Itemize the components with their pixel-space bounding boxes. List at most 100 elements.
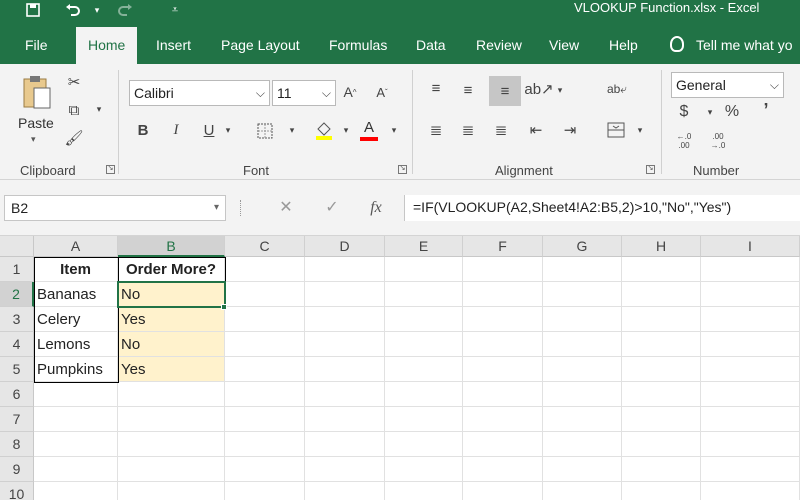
empty-cell[interactable] bbox=[385, 332, 463, 357]
empty-cell[interactable] bbox=[622, 382, 701, 407]
cell-a2[interactable]: Bananas bbox=[34, 282, 118, 307]
column-header-b[interactable]: B bbox=[118, 236, 225, 257]
empty-cell[interactable] bbox=[385, 382, 463, 407]
empty-cell[interactable] bbox=[463, 432, 543, 457]
orientation-icon[interactable]: ab↗ bbox=[524, 78, 553, 100]
row-header-4[interactable]: 4 bbox=[0, 332, 34, 357]
empty-cell[interactable] bbox=[622, 432, 701, 457]
cell-a1[interactable]: Item bbox=[34, 257, 118, 282]
percent-icon[interactable]: % bbox=[722, 102, 742, 122]
copy-icon[interactable]: ⧉ bbox=[64, 100, 84, 120]
empty-cell[interactable] bbox=[543, 307, 622, 332]
empty-cell[interactable] bbox=[118, 407, 225, 432]
empty-cell[interactable] bbox=[543, 432, 622, 457]
bottom-align-icon[interactable]: ≡ bbox=[489, 76, 521, 106]
empty-cell[interactable] bbox=[543, 357, 622, 382]
column-header-c[interactable]: C bbox=[225, 236, 305, 257]
empty-cell[interactable] bbox=[225, 282, 305, 307]
empty-cell[interactable] bbox=[463, 482, 543, 500]
number-format-select[interactable]: General ⌵ bbox=[671, 72, 784, 98]
orientation-dropdown-icon[interactable]: ▾ bbox=[554, 82, 566, 98]
row-header-7[interactable]: 7 bbox=[0, 407, 34, 432]
empty-cell[interactable] bbox=[305, 282, 385, 307]
font-color-icon[interactable]: A bbox=[358, 118, 380, 142]
row-header-8[interactable]: 8 bbox=[0, 432, 34, 457]
empty-cell[interactable] bbox=[225, 457, 305, 482]
empty-cell[interactable] bbox=[385, 482, 463, 500]
empty-cell[interactable] bbox=[622, 307, 701, 332]
cell-b1[interactable]: Order More? bbox=[118, 257, 225, 282]
empty-cell[interactable] bbox=[622, 482, 701, 500]
tab-file[interactable]: File bbox=[25, 20, 48, 64]
empty-cell[interactable] bbox=[34, 432, 118, 457]
italic-icon[interactable]: I bbox=[167, 120, 185, 140]
column-header-e[interactable]: E bbox=[385, 236, 463, 257]
empty-cell[interactable] bbox=[385, 282, 463, 307]
name-box[interactable]: B2 ▾ bbox=[4, 195, 226, 221]
fill-color-icon[interactable] bbox=[314, 120, 334, 140]
empty-cell[interactable] bbox=[463, 457, 543, 482]
empty-cell[interactable] bbox=[225, 407, 305, 432]
empty-cell[interactable] bbox=[701, 407, 800, 432]
tab-view[interactable]: View bbox=[549, 20, 579, 64]
empty-cell[interactable] bbox=[385, 457, 463, 482]
empty-cell[interactable] bbox=[305, 407, 385, 432]
paste-label[interactable]: Paste bbox=[18, 115, 54, 131]
enter-icon[interactable]: ✓ bbox=[320, 195, 344, 221]
empty-cell[interactable] bbox=[305, 332, 385, 357]
row-header-6[interactable]: 6 bbox=[0, 382, 34, 407]
row-header-5[interactable]: 5 bbox=[0, 357, 34, 382]
font-color-dropdown-icon[interactable]: ▾ bbox=[388, 122, 400, 138]
empty-cell[interactable] bbox=[701, 382, 800, 407]
empty-cell[interactable] bbox=[225, 382, 305, 407]
empty-cell[interactable] bbox=[305, 357, 385, 382]
decrease-indent-icon[interactable]: ⇤ bbox=[526, 120, 546, 140]
currency-dropdown-icon[interactable]: ▾ bbox=[704, 104, 716, 120]
tab-home[interactable]: Home bbox=[76, 27, 138, 64]
undo-dropdown-icon[interactable]: ▾ bbox=[84, 0, 110, 20]
row-header-2[interactable]: 2 bbox=[0, 282, 34, 307]
empty-cell[interactable] bbox=[385, 257, 463, 282]
empty-cell[interactable] bbox=[543, 257, 622, 282]
insert-function-icon[interactable]: fx bbox=[364, 195, 388, 221]
align-right-icon[interactable]: ≣ bbox=[491, 120, 511, 140]
formula-bar-grip[interactable] bbox=[240, 200, 243, 216]
tab-review[interactable]: Review bbox=[476, 20, 522, 64]
decrease-font-icon[interactable]: Aˇ bbox=[372, 82, 392, 102]
empty-cell[interactable] bbox=[34, 407, 118, 432]
tell-me-search[interactable]: Tell me what yo bbox=[670, 20, 792, 64]
tab-help[interactable]: Help bbox=[609, 20, 638, 64]
empty-cell[interactable] bbox=[305, 257, 385, 282]
empty-cell[interactable] bbox=[463, 257, 543, 282]
borders-icon[interactable] bbox=[256, 122, 274, 140]
empty-cell[interactable] bbox=[34, 457, 118, 482]
top-align-icon[interactable]: ≡ bbox=[426, 78, 446, 98]
empty-cell[interactable] bbox=[463, 307, 543, 332]
tab-data[interactable]: Data bbox=[416, 20, 446, 64]
empty-cell[interactable] bbox=[622, 282, 701, 307]
empty-cell[interactable] bbox=[622, 357, 701, 382]
column-header-d[interactable]: D bbox=[305, 236, 385, 257]
row-header-3[interactable]: 3 bbox=[0, 307, 34, 332]
tab-page-layout[interactable]: Page Layout bbox=[221, 20, 300, 64]
fill-handle[interactable] bbox=[221, 304, 227, 310]
empty-cell[interactable] bbox=[622, 257, 701, 282]
empty-cell[interactable] bbox=[225, 332, 305, 357]
empty-cell[interactable] bbox=[225, 257, 305, 282]
fill-color-dropdown-icon[interactable]: ▾ bbox=[340, 122, 352, 138]
empty-cell[interactable] bbox=[701, 282, 800, 307]
empty-cell[interactable] bbox=[385, 357, 463, 382]
empty-cell[interactable] bbox=[305, 382, 385, 407]
customize-quick-access-icon[interactable]: ⩡ bbox=[162, 0, 188, 20]
merge-dropdown-icon[interactable]: ▾ bbox=[634, 122, 646, 138]
save-icon[interactable] bbox=[20, 0, 46, 20]
column-header-g[interactable]: G bbox=[543, 236, 622, 257]
tab-formulas[interactable]: Formulas bbox=[329, 20, 387, 64]
empty-cell[interactable] bbox=[622, 407, 701, 432]
column-header-f[interactable]: F bbox=[463, 236, 543, 257]
empty-cell[interactable] bbox=[225, 357, 305, 382]
format-painter-icon[interactable]: 🖌 bbox=[64, 128, 84, 148]
row-header-1[interactable]: 1 bbox=[0, 257, 34, 282]
cell-b4[interactable]: No bbox=[118, 332, 225, 357]
column-header-i[interactable]: I bbox=[701, 236, 800, 257]
